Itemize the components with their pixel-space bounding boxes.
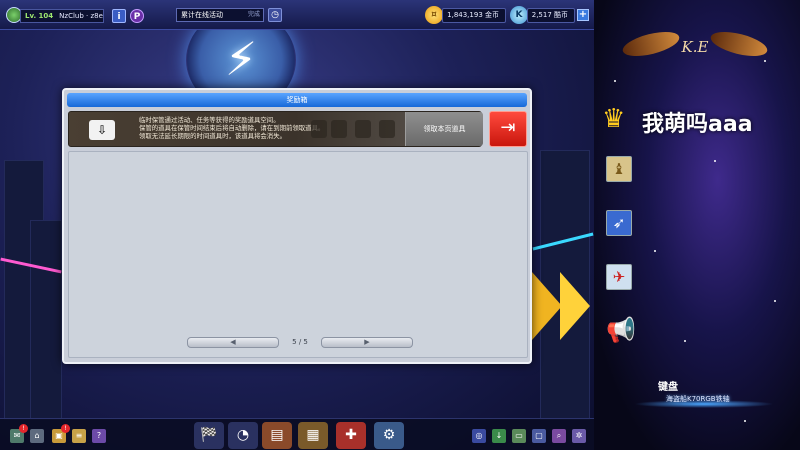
item-silhouette-icon xyxy=(311,120,327,138)
keyboard-name: 海盗船K70RGB铁轴 xyxy=(666,395,730,403)
trophy-icon: ♝ xyxy=(606,156,632,182)
lightning-icon: ⚡ xyxy=(224,32,258,86)
background-building xyxy=(30,220,62,420)
event-tracker[interactable]: 累计在线活动 完成 xyxy=(176,8,264,22)
page-separator: / xyxy=(298,338,302,346)
garage-gauge-icon[interactable]: ◔ xyxy=(228,422,258,449)
fighter-jet-icon: ✈ xyxy=(606,264,632,290)
claim-page-items-button[interactable]: 领取本页道具 xyxy=(405,112,483,146)
player-name: NzClub · z8e xyxy=(59,12,103,20)
star xyxy=(744,420,746,422)
star xyxy=(654,250,656,252)
item-silhouette-icon xyxy=(379,120,395,138)
next-page-button[interactable]: ▶ xyxy=(321,337,413,348)
keyboard-label: 键盘 xyxy=(658,382,678,393)
event-status: 完成 xyxy=(247,11,260,18)
page-total: 5 xyxy=(303,338,308,346)
item-silhouette-icon xyxy=(331,120,347,138)
player-level-box: Lv. 104 NzClub · z8e xyxy=(20,9,104,23)
gold-amount: 1,843,193 金币 xyxy=(442,8,506,23)
info-line: 领取无法延长期限的时间道具时，该道具将会消失。 xyxy=(139,132,286,140)
star xyxy=(714,160,716,162)
gear-icon[interactable]: ✲ xyxy=(572,429,586,443)
race-flag-icon[interactable]: 🏁 xyxy=(194,422,224,449)
settings-circle-icon[interactable]: ◎ xyxy=(472,429,486,443)
streamer-name: 我萌吗aaa xyxy=(642,112,753,137)
info-line: 临时保管通过活动、任务等获得的奖励道具空间。 xyxy=(139,116,280,124)
star xyxy=(684,340,686,342)
item-silhouette-icon xyxy=(355,120,371,138)
player-info-button[interactable]: i xyxy=(112,9,126,23)
coupon-amount: 2,517 酷币 xyxy=(527,8,575,23)
prev-page-button[interactable]: ◀ xyxy=(187,337,279,348)
store-icon[interactable]: ▦ xyxy=(298,422,328,449)
reward-box-icon: ⇩ xyxy=(89,120,115,140)
coupon-icon: K xyxy=(510,6,528,24)
bottom-menu-bar: ✉! ⌂ ▣! ≡ ? 🏁 ◔ ▤ ▦ ✚ ⚙ ◎ ↓ ▭ ▢ ⌕ ✲ xyxy=(0,418,594,450)
notification-badge: ! xyxy=(19,424,28,433)
chevron-arrow-icon xyxy=(532,272,562,340)
star xyxy=(614,80,616,82)
event-title: 累计在线活动 xyxy=(181,11,223,19)
help-button[interactable]: ? xyxy=(92,429,106,443)
shop-icon[interactable]: ▤ xyxy=(262,422,292,449)
chat-icon[interactable]: ▭ xyxy=(512,429,526,443)
search-icon[interactable]: ⌕ xyxy=(552,429,566,443)
gift-box-icon[interactable]: ✚ xyxy=(336,422,366,449)
logo-text: K.E xyxy=(681,38,709,56)
top-hud-bar: Lv. 104 NzClub · z8e i P 累计在线活动 完成 ◷ ¤ 1,… xyxy=(0,0,594,30)
stream-overlay: K.E ♛ 我萌吗aaa ♝ ➶ ✈ 📢 键盘 海盗船K70RGB铁轴 xyxy=(594,0,800,450)
reward-items-panel: ◀ 5 / 5 ▶ xyxy=(68,151,528,358)
wings-logo: K.E xyxy=(620,22,770,72)
screen-icon[interactable]: ▢ xyxy=(532,429,546,443)
info-strip: ⇩ 临时保管通过活动、任务等获得的奖励道具空间。 保管的道具在保管时间结束后将自… xyxy=(68,111,483,147)
exit-icon: ⇥ xyxy=(500,117,516,138)
add-currency-button[interactable]: + xyxy=(577,9,589,21)
gold-coin-icon: ¤ xyxy=(425,6,443,24)
page-indicator: 5 / 5 xyxy=(285,337,315,348)
star xyxy=(774,300,776,302)
crown-icon: ♛ xyxy=(602,104,626,134)
player-level: Lv. 104 xyxy=(25,12,54,20)
info-text: 临时保管通过活动、任务等获得的奖励道具空间。 保管的道具在保管时间结束后将自动删… xyxy=(139,116,324,140)
community-icon[interactable]: ⚙ xyxy=(374,422,404,449)
gift-icon[interactable]: ▣! xyxy=(52,424,70,443)
premium-button[interactable]: P xyxy=(130,9,144,23)
notification-badge: ! xyxy=(61,424,70,433)
info-line: 保管的道具在保管时间结束后将自动删除，请在到期前领取道具。 xyxy=(139,124,325,132)
dialog-title: 奖励箱 xyxy=(67,93,527,107)
chevron-arrow-icon xyxy=(560,272,590,340)
close-dialog-button[interactable]: ⇥ xyxy=(489,111,527,147)
mail-icon[interactable]: ✉! xyxy=(10,424,28,443)
home-icon[interactable]: ⌂ xyxy=(30,429,44,443)
clock-icon[interactable]: ◷ xyxy=(268,8,282,22)
megaphone-icon: 📢 xyxy=(606,316,636,344)
page-current: 5 xyxy=(292,338,297,346)
notes-icon[interactable]: ≡ xyxy=(72,429,86,443)
reward-box-dialog: 奖励箱 ⇩ 临时保管通过活动、任务等获得的奖励道具空间。 保管的道具在保管时间结… xyxy=(62,88,532,364)
game-screen: ⚡ Lv. 104 NzClub · z8e i P 累计在线活动 完成 ◷ ¤ … xyxy=(0,0,594,450)
leaf-icon[interactable]: ↓ xyxy=(492,429,506,443)
rocket-icon: ➶ xyxy=(606,210,632,236)
